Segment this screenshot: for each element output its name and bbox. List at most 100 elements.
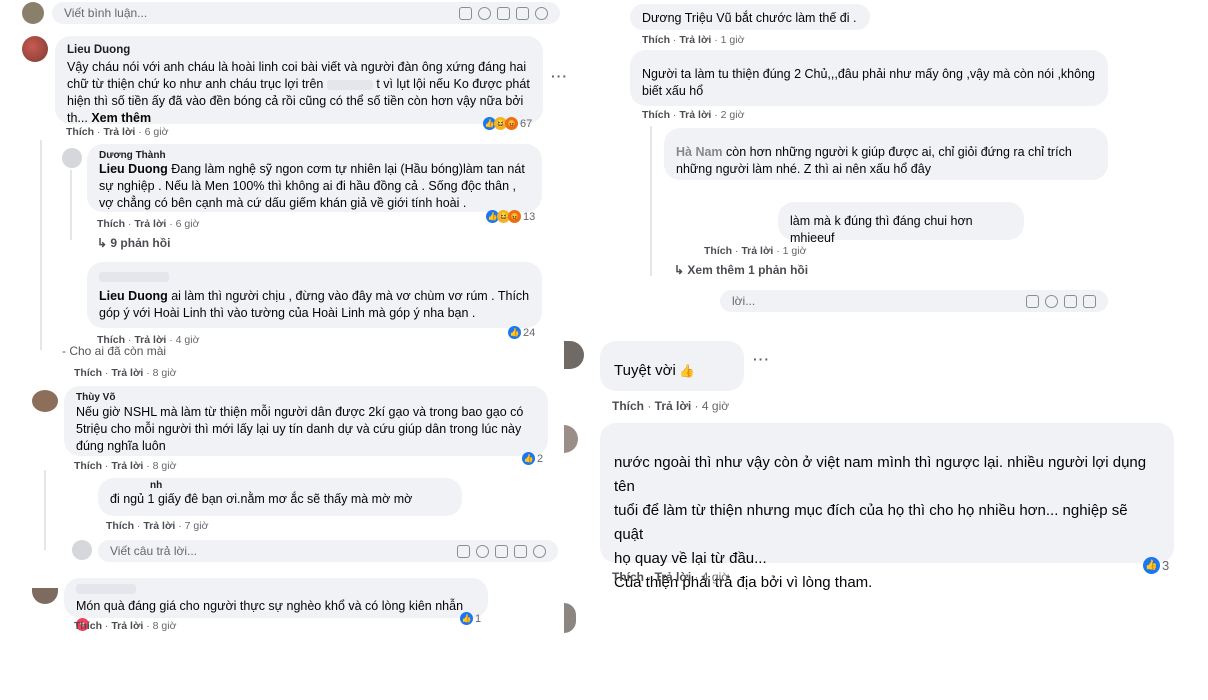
sticker-icon[interactable] (457, 544, 470, 558)
reaction-summary[interactable]: 👍 😆 😡 13 (486, 210, 535, 223)
reaction-count: 13 (523, 210, 536, 223)
comment-actions: Thích · Trả lời · 8 giờ (74, 367, 177, 379)
comment-time: 4 giờ (701, 399, 730, 413)
comment-text-line: nước ngoài thì như vậy còn ở việt nam mì… (614, 454, 1147, 495)
commenter-avatar[interactable] (564, 425, 578, 453)
thumbs-up-emoji-icon: 👍 (679, 364, 695, 378)
emoji-icon[interactable] (1045, 294, 1058, 308)
reply-link[interactable]: Trả lời (679, 109, 711, 121)
comment-time: 2 giờ (720, 109, 745, 121)
comment-bubble: nước ngoài thì như vậy còn ở việt nam mì… (600, 423, 1174, 591)
view-replies-link[interactable]: ↳ 9 phản hồi (97, 236, 170, 250)
avatar-thuy-vo[interactable] (32, 390, 58, 412)
reply-input[interactable]: Viết câu trả lời... (98, 540, 558, 562)
redacted-text (326, 79, 373, 90)
camera-icon[interactable] (497, 6, 510, 20)
reply-author[interactable]: nh (110, 480, 450, 491)
reply-input-placeholder: Viết câu trả lời... (110, 544, 198, 558)
avatar-lieu-duong[interactable] (22, 36, 48, 62)
thread-line (44, 470, 46, 550)
like-link[interactable]: Thích (612, 399, 644, 413)
view-more-replies-link[interactable]: ↳ Xem thêm 1 phản hồi (674, 263, 808, 277)
see-more-link[interactable]: Xem thêm (91, 111, 151, 125)
reply-author[interactable]: Dương Thành (99, 150, 530, 161)
reaction-count: 3 (1162, 558, 1170, 573)
like-link[interactable]: Thích (106, 520, 134, 532)
left-comment-panel: Viết bình luận... Lieu Duong Vậy cháu nó… (0, 0, 570, 700)
reply-link[interactable]: Trả lời (741, 245, 773, 257)
reply-link[interactable]: Trả lời (103, 126, 135, 138)
commenter-avatar (564, 603, 576, 633)
like-link[interactable]: Thích (704, 245, 732, 257)
comment-bubble: Tuyệt vời 👍 (600, 341, 744, 391)
reply-link[interactable]: Trả lời (679, 34, 711, 46)
camera-icon[interactable] (1064, 294, 1077, 308)
view-more-replies-label: Xem thêm 1 phản hồi (687, 263, 809, 277)
reply-link[interactable]: Trả lời (655, 570, 692, 584)
commenter-avatar[interactable] (564, 341, 584, 369)
reply-link[interactable]: Trả lời (134, 218, 166, 230)
avatar-duong-thanh[interactable] (62, 148, 82, 168)
comment-input-placeholder: Viết bình luận... (64, 6, 148, 20)
like-link[interactable]: Thích (74, 460, 102, 472)
reply-link[interactable]: Trả lời (111, 367, 143, 379)
gif-icon[interactable] (516, 6, 529, 20)
reply-link[interactable]: Trả lời (111, 460, 143, 472)
reply-time: 1 giờ (782, 245, 807, 257)
more-options-icon[interactable]: ··· (551, 68, 568, 84)
camera-icon[interactable] (495, 544, 508, 558)
reply-bubble: nh đi ngủ 1 giấy đê bạn ơi.nằm mơ ắc sẽ … (98, 478, 462, 516)
gif-icon[interactable] (1083, 294, 1096, 308)
reaction-summary[interactable]: 👍 😆 😡 67 (483, 117, 532, 130)
reply-input[interactable]: lời... (720, 290, 1108, 312)
reply-arrow-icon: ↳ (674, 263, 685, 277)
like-link[interactable]: Thích (74, 620, 102, 632)
gif-icon[interactable] (514, 544, 527, 558)
like-reaction-icon: 👍 (522, 452, 535, 465)
comment-input[interactable]: Viết bình luận... (52, 2, 560, 24)
comment-actions: Thích · Trả lời · 4 giờ (612, 399, 730, 413)
emoji-icon[interactable] (476, 544, 489, 558)
sticker-round-icon[interactable] (535, 6, 548, 20)
like-link[interactable]: Thích (642, 109, 670, 121)
mention-tag[interactable]: Lieu Duong (99, 289, 168, 303)
partial-comment: - Cho ai đã còn mài (62, 344, 166, 358)
reaction-summary[interactable]: 👍 2 (522, 452, 543, 465)
comment-time: 4 giờ (701, 570, 730, 584)
like-link[interactable]: Thích (74, 367, 102, 379)
redacted-author (99, 272, 169, 282)
reaction-summary[interactable]: 👍 1 (460, 612, 481, 625)
like-link[interactable]: Thích (66, 126, 94, 138)
more-options-icon[interactable]: ··· (753, 351, 770, 367)
right-top-panel: Dương Triệu Vũ bắt chước làm thế đi . Th… (600, 0, 1208, 330)
reply-actions: Thích · Trả lời · 1 giờ (704, 245, 807, 257)
commenter-avatar[interactable] (32, 588, 58, 604)
sticker-icon[interactable] (1026, 294, 1039, 308)
reply-text: còn hơn những người k giúp được ai, chỉ … (676, 145, 1072, 176)
comment-author[interactable]: Thùy Võ (76, 392, 536, 404)
like-reaction-icon: 👍 (460, 612, 473, 625)
reaction-count: 24 (523, 326, 536, 339)
reply-link[interactable]: Trả lời (111, 620, 143, 632)
like-link[interactable]: Thích (642, 34, 670, 46)
thread-line (40, 140, 42, 350)
mention-tag[interactable]: Lieu Duong (99, 162, 168, 176)
reply-bubble: làm mà k đúng thì đáng chui hơn mhieeuf (778, 202, 1024, 245)
reply-actions: Thích · Trả lời · 7 giờ (106, 520, 209, 532)
comment-actions: Thích · Trả lời · 2 giờ (642, 109, 745, 121)
comment-author[interactable]: Lieu Duong (67, 42, 531, 59)
comment-text: Món quà đáng giá cho người thực sự nghèo… (76, 599, 464, 613)
reaction-summary[interactable]: 👍 3 (1143, 557, 1169, 574)
like-reaction-icon: 👍 (508, 326, 521, 339)
reaction-summary[interactable]: 👍 24 (508, 326, 535, 339)
like-link[interactable]: Thích (97, 218, 125, 230)
like-link[interactable]: Thích (612, 570, 644, 584)
reply-link[interactable]: Trả lời (655, 399, 692, 413)
reply-bubble: Dương Thành Lieu Duong Đang làm nghệ sỹ … (87, 144, 542, 212)
sticker-round-icon[interactable] (533, 544, 546, 558)
mention-tag[interactable]: Hà Nam (676, 145, 723, 159)
redacted-author (76, 584, 136, 594)
emoji-icon[interactable] (478, 6, 491, 20)
reply-link[interactable]: Trả lời (143, 520, 175, 532)
sticker-icon[interactable] (459, 6, 472, 20)
